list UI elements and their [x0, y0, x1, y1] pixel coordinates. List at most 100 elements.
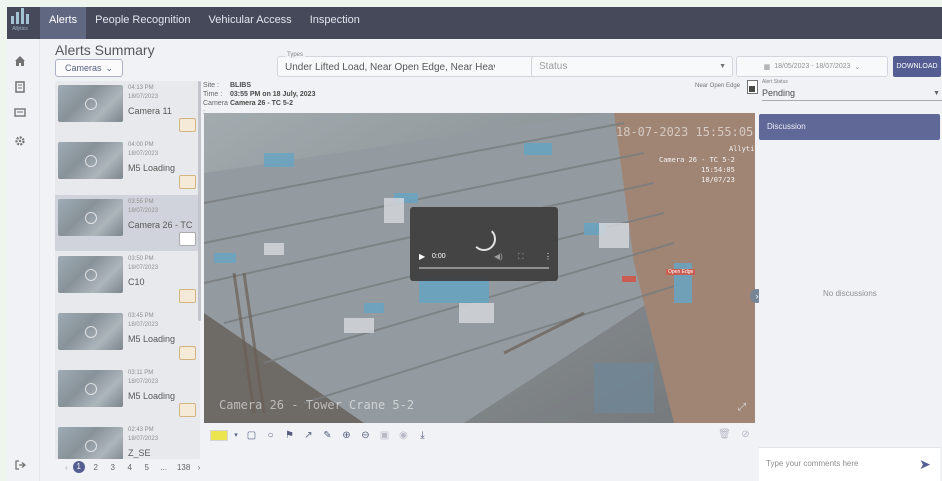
download-button[interactable]: DOWNLOAD: [893, 56, 941, 77]
zoom-in-icon[interactable]: ⊕: [339, 428, 354, 443]
logout-icon[interactable]: [12, 457, 28, 473]
play-circle-icon: [85, 383, 97, 395]
alert-list-item[interactable]: 04:00 PM 18/07/2023 M5 Loading: [55, 138, 200, 194]
video-overlay-timestamp: 18-07-2023 15:55:05: [616, 125, 754, 139]
page-3[interactable]: 3: [107, 463, 119, 472]
download-icon[interactable]: ⤓: [415, 428, 430, 443]
alert-list-item[interactable]: 02:43 PM 18/07/2023 Z_SE: [55, 423, 200, 459]
page-4[interactable]: 4: [124, 463, 136, 472]
chevron-down-icon: ⌄: [105, 62, 114, 73]
video-player-area[interactable]: 18-07-2023 15:55:05 Allytics Camera 26 -…: [204, 113, 755, 423]
alert-camera-name: M5 Loading: [128, 391, 176, 401]
play-icon[interactable]: ▶: [419, 252, 425, 261]
cameras-button-label: Cameras: [64, 63, 102, 73]
alert-date: 18/07/2023: [128, 322, 159, 328]
annotation-toolbar: ▾ ▢ ○ ⚑ ↗ ✎ ⊕ ⊖ ▣ ◉ ⤓: [204, 424, 755, 446]
prev-page-icon[interactable]: ‹: [65, 463, 68, 472]
overlay-cam-line: Camera 26 - TC 5-2: [659, 156, 735, 164]
discussion-header: Discussion: [759, 114, 940, 140]
play-circle-icon: [85, 98, 97, 110]
play-circle-icon: [85, 212, 97, 224]
page-ellipsis: ...: [160, 462, 167, 472]
alert-camera-name: Camera 11: [128, 106, 172, 116]
video-overlay-camera-info: Camera 26 - TC 5-2 15:54:05 18/07/23: [659, 155, 735, 185]
alert-thumbnail: [58, 199, 123, 236]
alert-camera-name: M5 Loading: [128, 334, 176, 344]
heavy-machinery-icon: [179, 118, 196, 132]
dropdown-arrow-icon: ▼: [719, 63, 726, 70]
color-picker-swatch[interactable]: [210, 429, 228, 441]
alert-status-select[interactable]: Alert Status Pending ▼: [762, 79, 942, 101]
alert-time: 04:00 PM: [128, 142, 154, 148]
chevron-down-icon: ⌄: [854, 63, 861, 71]
play-circle-icon: [85, 440, 97, 452]
page-2[interactable]: 2: [90, 463, 102, 472]
open-edge-icon: [179, 232, 196, 246]
alert-date: 18/07/2023: [128, 436, 159, 442]
settings-icon[interactable]: [12, 133, 28, 149]
alert-time: 04:13 PM: [128, 85, 154, 91]
zoom-out-icon[interactable]: ⊖: [358, 428, 373, 443]
page-title: Alerts Summary: [55, 42, 155, 58]
alert-list-item[interactable]: 03:50 PM 18/07/2023 C10: [55, 252, 200, 308]
page-last[interactable]: 138: [175, 463, 193, 472]
outer-frame-left: [0, 0, 7, 481]
save-icon[interactable]: ▣: [377, 428, 392, 443]
alert-thumbnail: [58, 370, 123, 407]
chat-icon[interactable]: [12, 105, 28, 121]
eye-icon[interactable]: ◉: [396, 428, 411, 443]
delete-icon[interactable]: 🗑: [717, 427, 732, 442]
status-filter[interactable]: Status ▼: [531, 56, 733, 77]
video-player-controls[interactable]: ▶ 0:00 ◀) ⛶ ⋮: [410, 207, 558, 281]
logo-bars: [11, 7, 29, 24]
page-5[interactable]: 5: [141, 463, 153, 472]
alert-thumbnail: [58, 313, 123, 350]
empty-discussion-text: No discussions: [823, 289, 877, 298]
alert-thumbnail: [58, 256, 123, 293]
volume-icon[interactable]: ◀): [494, 252, 503, 261]
toolbar-right-actions: 🗑 ⊘: [717, 427, 753, 442]
alert-list-item[interactable]: 03:55 PM 18/07/2023 Camera 26 - TC: [55, 195, 200, 251]
open-edge-icon: [747, 80, 758, 94]
date-range-picker[interactable]: ▦ 18/05/2023 - 18/07/2023 ⌄: [736, 56, 888, 77]
fullscreen-icon[interactable]: ⛶: [518, 252, 524, 262]
alert-list-item[interactable]: 03:11 PM 18/07/2023 M5 Loading: [55, 366, 200, 422]
alert-list: 04:13 PM 18/07/2023 Camera 11 04:00 PM 18/07…: [55, 81, 200, 459]
send-icon[interactable]: ➤: [919, 456, 931, 473]
home-icon[interactable]: [12, 53, 28, 69]
discussion-panel: No discussions: [759, 140, 940, 445]
arrow-tool-icon[interactable]: ↗: [301, 428, 316, 443]
video-overlay-brand: Allytics: [729, 145, 755, 153]
color-dropdown-icon[interactable]: ▾: [232, 428, 240, 443]
flag-tool-icon[interactable]: ⚑: [282, 428, 297, 443]
heavy-machinery-icon: [179, 346, 196, 360]
expand-icon[interactable]: ⤢: [738, 402, 746, 413]
more-options-icon[interactable]: ⋮: [544, 252, 552, 261]
next-page-icon[interactable]: ›: [198, 463, 201, 472]
comment-input[interactable]: [766, 459, 906, 468]
alert-list-item[interactable]: 03:45 PM 18/07/2023 M5 Loading: [55, 309, 200, 365]
circle-tool-icon[interactable]: ○: [263, 428, 278, 443]
play-circle-icon: [85, 269, 97, 281]
outer-frame-top: [0, 0, 942, 7]
rectangle-tool-icon[interactable]: ▢: [244, 428, 259, 443]
alert-time: 03:50 PM: [128, 256, 154, 262]
alert-time: 03:45 PM: [128, 313, 154, 319]
block-icon[interactable]: ⊘: [738, 427, 753, 442]
play-circle-icon: [85, 326, 97, 338]
alert-list-item[interactable]: 04:13 PM 18/07/2023 Camera 11: [55, 81, 200, 137]
dropdown-arrow-icon: ▼: [933, 90, 940, 97]
types-filter[interactable]: Types Under Lifted Load, Near Open Edge,…: [277, 52, 568, 77]
edit-tool-icon[interactable]: ✎: [320, 428, 335, 443]
alert-thumbnail: [58, 142, 123, 179]
alert-date: 18/07/2023: [128, 379, 159, 385]
alert-list-scrollbar[interactable]: [198, 81, 201, 321]
alert-time: 03:55 PM: [128, 199, 154, 205]
page-1[interactable]: 1: [72, 461, 85, 473]
site-label: Site :: [203, 82, 219, 89]
report-icon[interactable]: [12, 79, 28, 95]
video-progress-bar[interactable]: [419, 267, 549, 269]
alert-thumbnail: [58, 427, 123, 459]
pagination: ‹ 1 2 3 4 5 ... 138 ›: [65, 461, 200, 473]
cameras-dropdown-button[interactable]: Cameras ⌄: [55, 59, 123, 77]
